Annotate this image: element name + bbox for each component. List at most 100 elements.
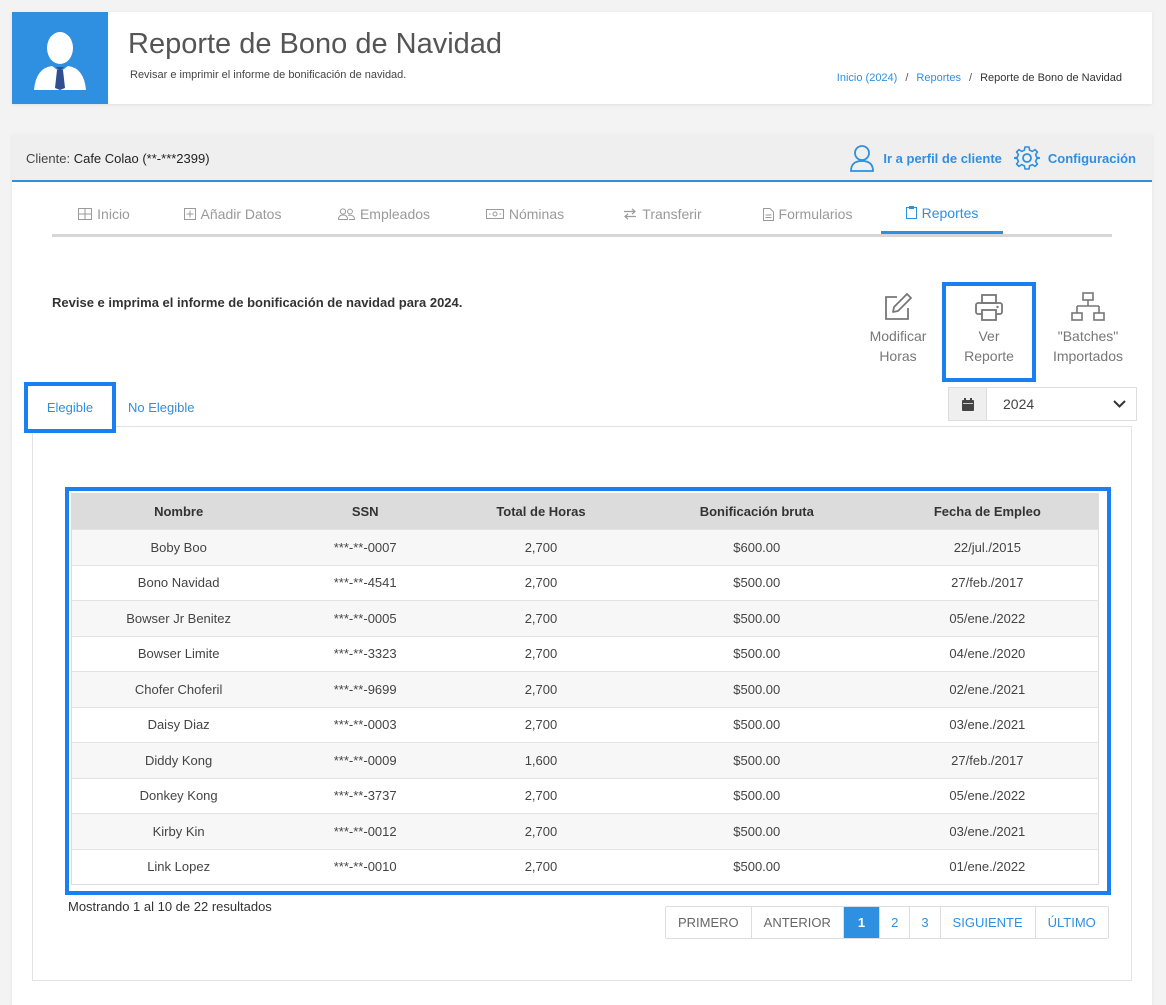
clipboard-icon — [905, 206, 917, 219]
tab-label: Empleados — [359, 206, 431, 222]
pagination-last[interactable]: ÚLTIMO — [1034, 907, 1108, 938]
pagination-previous[interactable]: ANTERIOR — [750, 907, 843, 938]
year-select-value-wrap: 2024 — [987, 388, 1136, 420]
client-name: Cafe Colao (**-***2399) — [73, 151, 210, 166]
pagination: PRIMERO ANTERIOR 1 2 3 SIGUIENTE ÚLTIMO — [665, 906, 1109, 939]
cell-bonificacion: $500.00 — [636, 635, 877, 672]
year-select[interactable]: 2024 — [948, 387, 1137, 421]
table-row[interactable]: Chofer Choferil ***-**-9699 2,700 $500.00 02… — [71, 671, 1099, 707]
cell-bonificacion: $500.00 — [636, 848, 877, 885]
tab-formularios[interactable]: Formularios — [734, 194, 881, 234]
cell-fecha: 05/ene./2022 — [876, 777, 1099, 814]
column-header-fecha-empleo[interactable]: Fecha de Empleo — [876, 493, 1099, 530]
tab-label: Transferir — [642, 206, 702, 222]
column-header-total-horas[interactable]: Total de Horas — [445, 493, 637, 530]
table-row[interactable]: Boby Boo ***-**-0007 2,700 $600.00 22/jul./2… — [71, 529, 1099, 565]
breadcrumb-reports[interactable]: Reportes — [916, 72, 961, 84]
cell-fecha: 27/feb./2017 — [876, 742, 1099, 778]
gear-icon — [1013, 146, 1040, 170]
page-header: Reporte de Bono de Navidad Revisar e imp… — [12, 12, 1152, 104]
table-row[interactable]: Link Lopez ***-**-0010 2,700 $500.00 01/ene.… — [71, 848, 1099, 885]
cell-nombre: Diddy Kong — [71, 742, 286, 778]
cell-horas: 1,600 — [445, 742, 637, 778]
sitemap-icon — [1071, 292, 1105, 321]
column-header-ssn[interactable]: SSN — [285, 493, 446, 530]
cell-fecha: 03/ene./2021 — [876, 813, 1099, 849]
cell-ssn: ***-**-3737 — [285, 777, 446, 814]
column-header-nombre[interactable]: Nombre — [71, 493, 286, 530]
table-row[interactable]: Bowser Limite ***-**-3323 2,700 $500.00 04/e… — [71, 635, 1099, 672]
breadcrumb-separator: / — [905, 72, 909, 84]
intro-text: Revise e imprima el informe de bonificac… — [52, 295, 463, 310]
settings-link[interactable]: Configuración — [1013, 145, 1136, 171]
cell-horas: 2,700 — [445, 635, 637, 672]
modify-hours-button[interactable]: Modificar Horas — [854, 284, 942, 366]
bonus-table-wrap: Nombre SSN Total de Horas Bonificación b… — [65, 487, 1111, 895]
pagination-page-3[interactable]: 3 — [909, 907, 940, 938]
cell-ssn: ***-**-0012 — [285, 813, 446, 849]
results-info: Mostrando 1 al 10 de 22 resultados — [68, 899, 272, 914]
money-icon — [485, 209, 504, 219]
header-links: Ir a perfil de cliente Configuración — [849, 144, 1136, 172]
tab-inicio[interactable]: Inicio — [52, 194, 156, 234]
transfer-icon — [624, 208, 637, 220]
cell-nombre: Kirby Kin — [71, 813, 286, 849]
tab-label: Reportes — [921, 204, 979, 221]
tab-empleados[interactable]: Empleados — [309, 194, 459, 234]
edit-icon — [885, 293, 912, 320]
tab-nominas[interactable]: Nóminas — [459, 194, 591, 234]
cell-nombre: Chofer Choferil — [71, 671, 286, 707]
cell-horas: 2,700 — [445, 529, 637, 565]
pagination-next[interactable]: SIGUIENTE — [939, 907, 1035, 938]
cell-fecha: 02/ene./2021 — [876, 671, 1099, 707]
cell-bonificacion: $500.00 — [636, 777, 877, 814]
cell-bonificacion: $500.00 — [636, 742, 877, 778]
imported-batches-button[interactable]: "Batches" Importados — [1044, 284, 1132, 366]
cell-horas: 2,700 — [445, 813, 637, 849]
main-tabs: Inicio Añadir Datos Empleados Nóminas Tr… — [52, 194, 1112, 237]
cell-fecha: 22/jul./2015 — [876, 529, 1099, 565]
subtab-not-eligible[interactable]: No Elegible — [128, 400, 195, 415]
cell-horas: 2,700 — [445, 600, 637, 636]
view-report-line2: Reporte — [964, 348, 1014, 364]
breadcrumb-current: Reporte de Bono de Navidad — [980, 72, 1122, 84]
cell-horas: 2,700 — [445, 777, 637, 814]
subtab-eligible[interactable]: Elegible — [24, 382, 116, 433]
tab-transferir[interactable]: Transferir — [591, 194, 734, 234]
client-profile-label: Ir a perfil de cliente — [883, 150, 1002, 166]
client-profile-link[interactable]: Ir a perfil de cliente — [849, 144, 1002, 172]
pagination-page-2[interactable]: 2 — [879, 907, 910, 938]
tab-label: Añadir Datos — [200, 206, 282, 222]
grid-icon — [78, 208, 93, 220]
cell-horas: 2,700 — [445, 706, 637, 743]
view-report-button[interactable]: Ver Reporte — [942, 282, 1036, 382]
table-row[interactable]: Bowser Jr Benitez ***-**-0005 2,700 $500.00… — [71, 600, 1099, 636]
tab-reportes[interactable]: Reportes — [881, 194, 1003, 234]
modify-hours-line1: Modificar — [869, 328, 927, 344]
cell-ssn: ***-**-0007 — [285, 529, 446, 565]
cell-fecha: 01/ene./2022 — [876, 848, 1099, 885]
cell-nombre: Donkey Kong — [71, 777, 286, 814]
cell-fecha: 27/feb./2017 — [876, 564, 1099, 601]
pagination-first[interactable]: PRIMERO — [666, 907, 751, 938]
table-row[interactable]: Donkey Kong ***-**-3737 2,700 $500.00 05/ene… — [71, 777, 1099, 814]
cell-nombre: Bowser Limite — [71, 635, 286, 672]
main-card: Cliente: Cafe Colao (**-***2399) Ir a pe… — [12, 134, 1152, 1005]
table-row[interactable]: Diddy Kong ***-**-0009 1,600 $500.00 27/feb.… — [71, 742, 1099, 778]
modify-hours-line2: Horas — [879, 348, 917, 364]
cell-nombre: Bono Navidad — [71, 564, 286, 601]
cell-bonificacion: $500.00 — [636, 564, 877, 601]
chevron-down-icon — [1113, 400, 1126, 408]
table-row[interactable]: Bono Navidad ***-**-4541 2,700 $500.00 27/fe… — [71, 564, 1099, 601]
users-icon — [337, 208, 355, 220]
table-row[interactable]: Daisy Diaz ***-**-0003 2,700 $500.00 03/ene.… — [71, 706, 1099, 743]
column-header-bonificacion[interactable]: Bonificación bruta — [636, 493, 877, 530]
table-row[interactable]: Kirby Kin ***-**-0012 2,700 $500.00 03/ene./… — [71, 813, 1099, 849]
cell-horas: 2,700 — [445, 564, 637, 601]
file-icon — [762, 207, 774, 221]
page-title: Reporte de Bono de Navidad — [128, 28, 503, 60]
pagination-page-1[interactable]: 1 — [842, 907, 880, 938]
table-header-row: Nombre SSN Total de Horas Bonificación b… — [71, 493, 1099, 530]
breadcrumb-home[interactable]: Inicio (2024) — [837, 72, 898, 84]
tab-anadir-datos[interactable]: Añadir Datos — [156, 194, 309, 234]
